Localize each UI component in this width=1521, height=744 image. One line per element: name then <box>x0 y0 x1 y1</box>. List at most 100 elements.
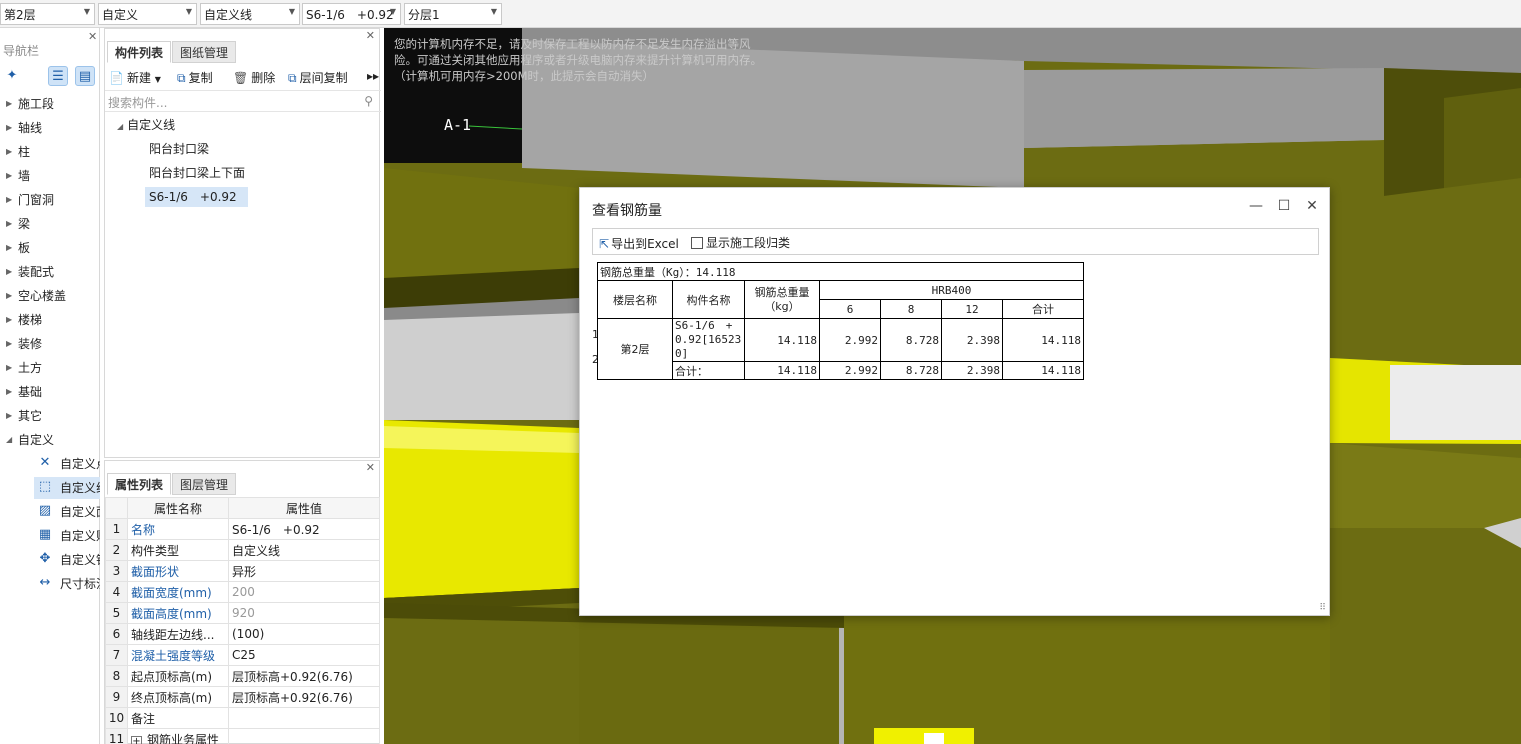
tab-component-list[interactable]: 构件列表 <box>107 41 172 63</box>
expand-arrow-icon[interactable]: ▶ <box>6 93 12 115</box>
property-value[interactable]: 自定义线 <box>228 539 380 561</box>
nav-item-custom[interactable]: ◢ 自定义 <box>0 429 100 451</box>
nav-item-other[interactable]: ▶ 其它 <box>0 405 100 427</box>
expand-arrow-icon[interactable]: ▶ <box>6 285 12 307</box>
tab-property-list[interactable]: 属性列表 <box>107 473 172 495</box>
collapse-arrow-icon[interactable]: ◢ <box>117 122 123 131</box>
expand-arrow-icon[interactable]: ▶ <box>6 117 12 139</box>
expand-arrow-icon[interactable]: ▶ <box>6 381 12 403</box>
search-icon[interactable]: ⚲ <box>364 94 373 108</box>
collapse-arrow-icon[interactable]: ◢ <box>6 429 12 451</box>
property-value[interactable]: 层顶标高+0.92(6.76) <box>228 665 380 687</box>
property-value[interactable]: 异形 <box>228 560 380 582</box>
property-row[interactable]: 6 轴线距左边线... (100) <box>105 623 380 645</box>
type-select[interactable]: 自定义线 ▼ <box>200 3 300 25</box>
expand-plus-icon[interactable]: + <box>131 735 142 744</box>
layer-select[interactable]: 分层1 ▼ <box>404 3 502 25</box>
expand-arrow-icon[interactable]: ▶ <box>6 237 12 259</box>
delete-button[interactable]: 🗑 删除 <box>233 69 275 86</box>
tree-item[interactable]: 阳台封口梁 <box>149 139 209 159</box>
tab-layer-management[interactable]: 图层管理 <box>172 473 237 495</box>
nav-item-foundation[interactable]: ▶ 基础 <box>0 381 100 403</box>
property-row[interactable]: 2 构件类型 自定义线 <box>105 539 380 561</box>
floor-select-value: 第2层 <box>4 8 36 22</box>
expand-arrow-icon[interactable]: ▶ <box>6 357 12 379</box>
new-button[interactable]: 📄 新建 ▼ <box>109 69 161 86</box>
expand-arrow-icon[interactable]: ▶ <box>6 261 12 283</box>
expand-arrow-icon[interactable]: ▶ <box>6 405 12 427</box>
weight-d8-cell: 8.728 <box>880 318 942 362</box>
checkbox-icon[interactable] <box>691 237 703 249</box>
property-value[interactable]: (100) <box>228 623 380 645</box>
type-select-value: 自定义线 <box>204 8 253 22</box>
maximize-icon[interactable]: ☐ <box>1276 198 1292 214</box>
close-icon[interactable]: ✕ <box>366 29 375 42</box>
nav-subitem-custom-rebar[interactable]: ✥自定义钢筋 <box>34 549 100 571</box>
detail-view-icon[interactable]: ▤ <box>75 66 95 86</box>
resize-grip-icon[interactable]: ⠿ <box>1319 603 1326 613</box>
nav-item-decoration[interactable]: ▶ 装修 <box>0 333 100 355</box>
nav-subitem-custom-line[interactable]: ⬚自定义线 <box>34 477 100 499</box>
close-icon[interactable]: ✕ <box>366 461 375 474</box>
nav-item-slab[interactable]: ▶ 板 <box>0 237 100 259</box>
weight-sum-cell: 14.118 <box>1002 318 1084 362</box>
nav-item-prefab[interactable]: ▶ 装配式 <box>0 261 100 283</box>
pin-icon[interactable]: ✦ <box>2 66 22 86</box>
property-row[interactable]: 7 混凝土强度等级 C25 <box>105 644 380 666</box>
property-value[interactable] <box>228 728 380 744</box>
property-value[interactable]: S6-1/6 +0.92 <box>228 518 380 540</box>
nav-item-axis[interactable]: ▶ 轴线 <box>0 117 100 139</box>
property-value[interactable]: 200 <box>228 581 380 603</box>
chevron-down-icon: ▼ <box>154 75 161 84</box>
property-value[interactable]: 层顶标高+0.92(6.76) <box>228 686 380 708</box>
component-select[interactable]: S6-1/6 +0.92 ▼ <box>302 3 401 25</box>
expand-arrow-icon[interactable]: ▶ <box>6 189 12 211</box>
expand-arrow-icon[interactable]: ▶ <box>6 141 12 163</box>
nav-item-beam[interactable]: ▶ 梁 <box>0 213 100 235</box>
property-value[interactable]: 920 <box>228 602 380 624</box>
property-value[interactable] <box>228 707 380 729</box>
nav-item-construction-section[interactable]: ▶ 施工段 <box>0 93 100 115</box>
nav-subitem-dimension[interactable]: ↔尺寸标注 <box>34 573 100 595</box>
minimize-icon[interactable]: — <box>1248 198 1264 214</box>
property-row[interactable]: 11 + 钢筋业务属性 <box>105 728 380 744</box>
nav-item-hollow-floor[interactable]: ▶ 空心楼盖 <box>0 285 100 307</box>
property-row[interactable]: 9 终点顶标高(m) 层顶标高+0.92(6.76) <box>105 686 380 708</box>
show-section-checkbox[interactable]: 显示施工段归类 <box>691 234 790 251</box>
tree-item[interactable]: 阳台封口梁上下面 <box>149 163 245 183</box>
property-row[interactable]: 5 截面高度(mm) 920 <box>105 602 380 624</box>
expand-arrow-icon[interactable]: ▶ <box>6 333 12 355</box>
nav-subitem-custom-cladding[interactable]: ▦自定义贴面 <box>34 525 100 547</box>
list-view-icon[interactable]: ☰ <box>48 66 68 86</box>
table-row: 钢筋总重量（Kg）：14.118 <box>597 262 1084 281</box>
property-row[interactable]: 10 备注 <box>105 707 380 729</box>
category-select[interactable]: 自定义 ▼ <box>98 3 197 25</box>
floor-copy-button[interactable]: ⧉ 层间复制 <box>288 69 348 86</box>
property-value[interactable]: C25 <box>228 644 380 666</box>
property-row[interactable]: 3 截面形状 异形 <box>105 560 380 582</box>
nav-item-stairs[interactable]: ▶ 楼梯 <box>0 309 100 331</box>
component-search-input[interactable]: 搜索构件... ⚲ <box>105 92 381 112</box>
property-row[interactable]: 1 名称 S6-1/6 +0.92 <box>105 518 380 540</box>
nav-subitem-custom-face[interactable]: ▨自定义面 <box>34 501 100 523</box>
nav-item-door-window[interactable]: ▶ 门窗洞 <box>0 189 100 211</box>
export-excel-button[interactable]: ⇱ 导出到Excel <box>599 235 679 252</box>
more-icon[interactable]: ▸▸ <box>367 69 379 83</box>
property-row[interactable]: 8 起点顶标高(m) 层顶标高+0.92(6.76) <box>105 665 380 687</box>
nav-item-earthwork[interactable]: ▶ 土方 <box>0 357 100 379</box>
tree-root-custom-line[interactable]: ◢ 自定义线 <box>117 115 175 135</box>
floor-select[interactable]: 第2层 ▼ <box>0 3 95 25</box>
nav-item-wall[interactable]: ▶ 墙 <box>0 165 100 187</box>
expand-arrow-icon[interactable]: ▶ <box>6 213 12 235</box>
nav-item-column[interactable]: ▶ 柱 <box>0 141 100 163</box>
copy-button[interactable]: ⧉ 复制 <box>177 69 213 86</box>
close-icon[interactable]: ✕ <box>88 30 97 43</box>
chevron-down-icon: ▼ <box>288 7 295 16</box>
tab-drawing-management[interactable]: 图纸管理 <box>172 41 237 63</box>
expand-arrow-icon[interactable]: ▶ <box>6 165 12 187</box>
nav-subitem-custom-point[interactable]: ✕自定义点 <box>34 453 100 475</box>
property-row[interactable]: 4 截面宽度(mm) 200 <box>105 581 380 603</box>
expand-arrow-icon[interactable]: ▶ <box>6 309 12 331</box>
close-icon[interactable]: ✕ <box>1304 198 1320 214</box>
tree-item-selected[interactable]: S6-1/6 +0.92 <box>145 187 248 207</box>
